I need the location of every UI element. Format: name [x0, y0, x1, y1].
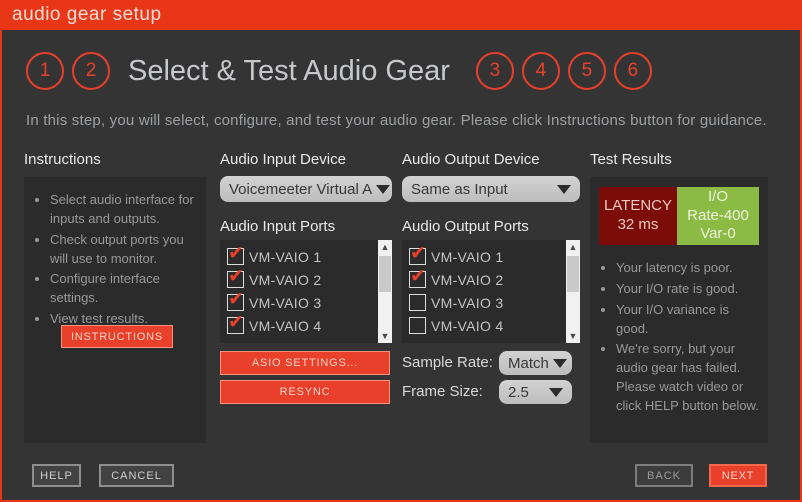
port-checkbox[interactable] — [227, 248, 244, 265]
step-indicator-4[interactable]: 4 — [522, 52, 560, 90]
instruction-item: Configure interface settings. — [50, 270, 202, 308]
test-result-blocks: LATENCY 32 ms I/O Rate-400 Var-0 — [599, 187, 759, 245]
test-result-item: Your I/O variance is good. — [616, 301, 764, 339]
port-label: VM-VAIO 2 — [431, 272, 503, 288]
scroll-up-icon[interactable]: ▲ — [378, 240, 392, 254]
input-port-row[interactable]: VM-VAIO 1 — [220, 245, 392, 268]
page-title: Select & Test Audio Gear — [128, 55, 450, 88]
test-results-bullet-list: Your latency is poor. Your I/O rate is g… — [598, 259, 764, 416]
latency-value: 32 ms — [618, 216, 659, 235]
io-variance-value: Var-0 — [700, 225, 736, 244]
step-indicator-5[interactable]: 5 — [568, 52, 606, 90]
scrollbar[interactable]: ▲ ▼ — [566, 240, 580, 343]
audio-output-ports-label: Audio Output Ports — [402, 218, 529, 235]
instruction-item: Select audio interface for inputs and ou… — [50, 191, 202, 229]
audio-input-device-label: Audio Input Device — [220, 151, 346, 168]
io-title: I/O — [708, 188, 728, 207]
scrollbar-thumb[interactable] — [379, 256, 391, 292]
input-port-row[interactable]: VM-VAIO 2 — [220, 268, 392, 291]
scroll-up-icon[interactable]: ▲ — [566, 240, 580, 254]
port-label: VM-VAIO 3 — [249, 295, 321, 311]
io-rate-value: Rate-400 — [687, 207, 749, 226]
port-checkbox[interactable] — [409, 294, 426, 311]
chevron-down-icon — [553, 359, 567, 368]
port-checkbox[interactable] — [409, 248, 426, 265]
cancel-button[interactable]: CANCEL — [99, 464, 174, 487]
window-title: audio gear setup — [12, 4, 162, 25]
audio-input-ports-label: Audio Input Ports — [220, 218, 335, 235]
step-indicator-3[interactable]: 3 — [476, 52, 514, 90]
scrollbar[interactable]: ▲ ▼ — [378, 240, 392, 343]
instructions-panel: Select audio interface for inputs and ou… — [24, 177, 206, 443]
latency-result-block: LATENCY 32 ms — [599, 187, 677, 245]
wizard-header: 1 2 Select & Test Audio Gear 3 4 5 6 — [26, 52, 660, 90]
audio-input-device-dropdown[interactable]: Voicemeeter Virtual A — [220, 176, 392, 202]
port-label: VM-VAIO 2 — [249, 272, 321, 288]
audio-gear-setup-window: audio gear setup 1 2 Select & Test Audio… — [0, 0, 802, 502]
instructions-button[interactable]: INSTRUCTIONS — [61, 325, 173, 348]
chevron-down-icon — [549, 388, 563, 397]
port-checkbox[interactable] — [409, 317, 426, 334]
io-result-block: I/O Rate-400 Var-0 — [677, 187, 759, 245]
port-checkbox[interactable] — [227, 294, 244, 311]
test-result-item: Your latency is poor. — [616, 259, 764, 278]
sample-rate-dropdown[interactable]: Match — [499, 351, 572, 375]
audio-output-device-label: Audio Output Device — [402, 151, 540, 168]
port-label: VM-VAIO 3 — [431, 295, 503, 311]
port-label: VM-VAIO 4 — [249, 318, 321, 334]
step-indicator-2[interactable]: 2 — [72, 52, 110, 90]
instruction-item: Check output ports you will use to monit… — [50, 231, 202, 269]
scroll-down-icon[interactable]: ▼ — [378, 329, 392, 343]
step-description: In this step, you will select, configure… — [26, 112, 788, 129]
asio-settings-button[interactable]: ASIO SETTINGS... — [220, 351, 390, 375]
chevron-down-icon — [376, 185, 390, 194]
input-port-row[interactable]: VM-VAIO 4 — [220, 314, 392, 337]
chevron-down-icon — [557, 185, 571, 194]
port-label: VM-VAIO 4 — [431, 318, 503, 334]
latency-title: LATENCY — [604, 197, 672, 216]
window-titlebar[interactable]: audio gear setup — [0, 0, 802, 30]
test-result-item: We're sorry, but your audio gear has fai… — [616, 340, 764, 415]
port-label: VM-VAIO 1 — [249, 249, 321, 265]
frame-size-dropdown[interactable]: 2.5 — [499, 380, 572, 404]
audio-input-ports-list: VM-VAIO 1 VM-VAIO 2 VM-VAIO 3 VM-VAIO 4 … — [220, 240, 392, 343]
test-results-panel: LATENCY 32 ms I/O Rate-400 Var-0 Your la… — [590, 177, 768, 443]
sample-rate-value: Match — [508, 355, 549, 372]
help-button[interactable]: HELP — [32, 464, 81, 487]
resync-button[interactable]: RESYNC — [220, 380, 390, 404]
audio-output-device-dropdown[interactable]: Same as Input — [402, 176, 580, 202]
port-checkbox[interactable] — [227, 317, 244, 334]
output-port-row[interactable]: VM-VAIO 3 — [402, 291, 580, 314]
instructions-bullet-list: Select audio interface for inputs and ou… — [32, 191, 202, 329]
test-result-item: Your I/O rate is good. — [616, 280, 764, 299]
frame-size-label: Frame Size: — [402, 383, 483, 400]
back-button[interactable]: BACK — [635, 464, 693, 487]
instructions-label: Instructions — [24, 151, 101, 168]
sample-rate-label: Sample Rate: — [402, 354, 493, 371]
audio-output-device-value: Same as Input — [411, 181, 508, 198]
step-indicator-1[interactable]: 1 — [26, 52, 64, 90]
audio-input-device-value: Voicemeeter Virtual A — [229, 181, 372, 198]
port-checkbox[interactable] — [409, 271, 426, 288]
output-port-row[interactable]: VM-VAIO 1 — [402, 245, 580, 268]
scrollbar-thumb[interactable] — [567, 256, 579, 292]
test-results-label: Test Results — [590, 151, 672, 168]
output-port-row[interactable]: VM-VAIO 4 — [402, 314, 580, 337]
step-indicator-6[interactable]: 6 — [614, 52, 652, 90]
port-label: VM-VAIO 1 — [431, 249, 503, 265]
port-checkbox[interactable] — [227, 271, 244, 288]
scroll-down-icon[interactable]: ▼ — [566, 329, 580, 343]
input-port-row[interactable]: VM-VAIO 3 — [220, 291, 392, 314]
audio-output-ports-list: VM-VAIO 1 VM-VAIO 2 VM-VAIO 3 VM-VAIO 4 … — [402, 240, 580, 343]
next-button[interactable]: NEXT — [709, 464, 767, 487]
frame-size-value: 2.5 — [508, 384, 529, 401]
output-port-row[interactable]: VM-VAIO 2 — [402, 268, 580, 291]
